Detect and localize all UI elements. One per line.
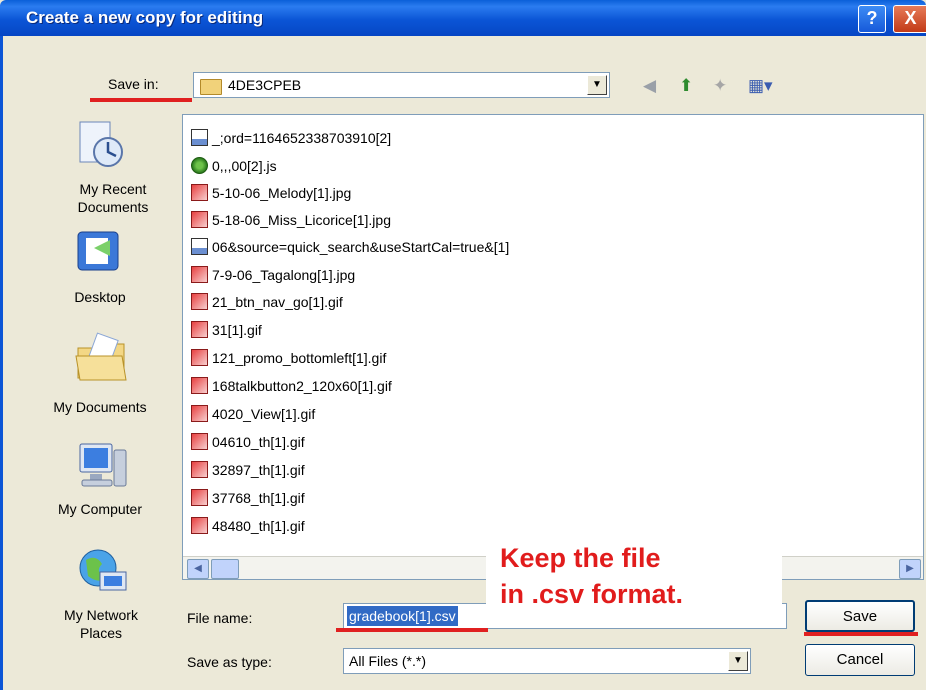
place-my-documents[interactable]: My Documents (47, 398, 153, 416)
document-icon (191, 238, 208, 255)
image-file-icon (191, 211, 208, 228)
save-in-label: Save in: (108, 76, 159, 92)
close-button[interactable]: X (893, 5, 926, 33)
list-item[interactable]: 37768_th[1].gif (191, 487, 305, 509)
title-bar: Create a new copy for editing ? X (0, 0, 926, 36)
place-label: My Computer (57, 501, 143, 517)
scroll-thumb[interactable] (211, 559, 239, 579)
annotation-underline-filename (336, 628, 488, 632)
save-button[interactable]: Save (805, 600, 915, 632)
my-network-places-icon[interactable] (76, 546, 130, 598)
place-label: My Network Places (64, 607, 138, 641)
place-label: My Documents (53, 399, 147, 415)
image-file-icon (191, 461, 208, 478)
document-icon (191, 129, 208, 146)
help-button[interactable]: ? (858, 5, 886, 33)
place-label: Desktop (74, 289, 126, 305)
list-item[interactable]: 21_btn_nav_go[1].gif (191, 291, 343, 313)
annotation-underline-save (804, 632, 918, 636)
list-item[interactable]: 7-9-06_Tagalong[1].jpg (191, 264, 355, 286)
list-item[interactable]: 32897_th[1].gif (191, 459, 305, 481)
image-file-icon (191, 433, 208, 450)
scroll-right-icon[interactable]: ▶ (899, 559, 921, 579)
script-file-icon (191, 157, 208, 174)
save-as-type-value: All Files (*.*) (349, 653, 427, 669)
place-my-network-places[interactable]: My Network Places (48, 606, 154, 642)
callout-line-2: in .csv format. (500, 579, 684, 609)
list-item[interactable]: 4020_View[1].gif (191, 403, 315, 425)
save-as-type-label: Save as type: (187, 654, 272, 670)
image-file-icon (191, 377, 208, 394)
annotation-callout: Keep the file in .csv format. (486, 534, 782, 628)
folder-icon (200, 79, 222, 95)
view-menu-icon[interactable]: ▦▾ (748, 76, 773, 96)
cancel-button[interactable]: Cancel (805, 644, 915, 676)
desktop-icon[interactable] (74, 228, 124, 276)
list-item[interactable]: 121_promo_bottomleft[1].gif (191, 347, 386, 369)
dropdown-arrow-icon[interactable]: ▼ (728, 651, 748, 671)
place-desktop[interactable]: Desktop (47, 288, 153, 306)
list-item[interactable]: _;ord=1164652338703910[2] (191, 127, 391, 149)
place-label: My Recent Documents (77, 181, 149, 215)
place-my-recent-documents[interactable]: My Recent Documents (60, 180, 166, 216)
list-item[interactable]: 31[1].gif (191, 319, 262, 341)
file-name-value: gradebook[1].csv (347, 606, 458, 626)
my-documents-icon[interactable] (74, 330, 128, 384)
list-item[interactable]: 06&source=quick_search&useStartCal=true&… (191, 236, 509, 258)
file-name-label: File name: (187, 610, 253, 626)
file-list[interactable]: _;ord=1164652338703910[2] 0,,,00[2].js 5… (182, 114, 924, 580)
list-item[interactable]: 5-18-06_Miss_Licorice[1].jpg (191, 209, 391, 231)
window-title: Create a new copy for editing (26, 8, 264, 27)
back-icon[interactable]: ◀ (643, 76, 656, 96)
list-item[interactable]: 168talkbutton2_120x60[1].gif (191, 375, 392, 397)
list-item[interactable]: 04610_th[1].gif (191, 431, 305, 453)
list-item[interactable]: 5-10-06_Melody[1].jpg (191, 182, 351, 204)
save-in-combo[interactable]: 4DE3CPEB ▼ (193, 72, 610, 98)
image-file-icon (191, 184, 208, 201)
scroll-left-icon[interactable]: ◀ (187, 559, 209, 579)
my-computer-icon[interactable] (76, 440, 130, 494)
image-file-icon (191, 489, 208, 506)
list-item[interactable]: 48480_th[1].gif (191, 515, 305, 537)
save-in-folder: 4DE3CPEB (228, 77, 302, 93)
dropdown-arrow-icon[interactable]: ▼ (587, 75, 607, 95)
list-item[interactable]: 0,,,00[2].js (191, 155, 277, 177)
image-file-icon (191, 293, 208, 310)
recent-documents-icon[interactable] (72, 116, 128, 172)
new-folder-icon[interactable]: ✦ (713, 76, 727, 96)
save-as-type-select[interactable]: All Files (*.*) ▼ (343, 648, 751, 674)
image-file-icon (191, 321, 208, 338)
place-my-computer[interactable]: My Computer (47, 500, 153, 518)
image-file-icon (191, 349, 208, 366)
annotation-underline-savein (90, 98, 192, 102)
image-file-icon (191, 405, 208, 422)
up-folder-icon[interactable]: ⬆ (679, 76, 693, 96)
callout-line-1: Keep the file (500, 543, 661, 573)
image-file-icon (191, 266, 208, 283)
image-file-icon (191, 517, 208, 534)
